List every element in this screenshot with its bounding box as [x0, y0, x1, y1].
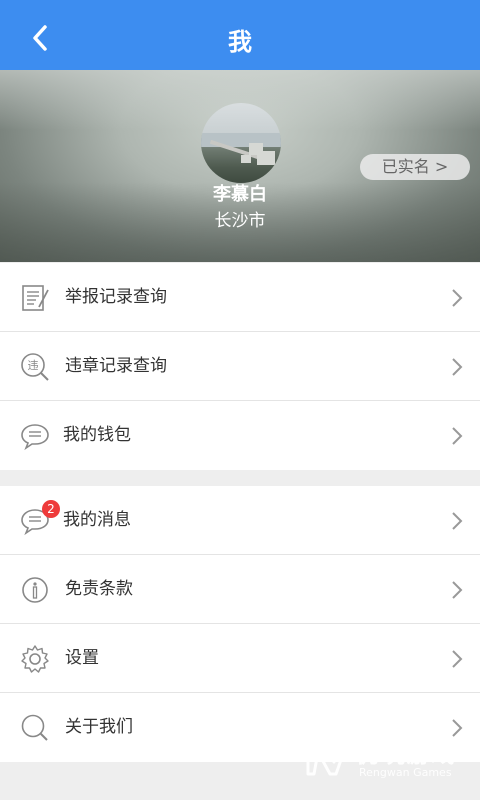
chat-bubble-icon	[21, 424, 49, 451]
violation-search-icon: 违	[21, 353, 49, 381]
menu-item-settings[interactable]: 设置	[0, 624, 480, 693]
menu-group-account: 举报记录查询 违 违章记录查询 我的钱包	[0, 263, 480, 470]
menu-item-label: 违章记录查询	[65, 356, 167, 376]
report-list-icon	[22, 285, 49, 311]
menu-item-label: 关于我们	[65, 717, 133, 737]
chevron-right-icon	[452, 512, 463, 530]
menu-item-label: 免责条款	[65, 579, 133, 599]
menu-item-label: 我的钱包	[63, 425, 131, 445]
menu-item-violation-records[interactable]: 违 违章记录查询	[0, 332, 480, 401]
watermark: 仍玩游戏 Rengwan Games	[304, 730, 480, 790]
watermark-logo-icon	[306, 738, 350, 776]
profile-banner: 李慕白 长沙市 已实名 >	[0, 70, 480, 262]
chevron-right-icon	[452, 289, 463, 307]
avatar[interactable]	[201, 103, 281, 183]
watermark-text: 仍玩游戏	[356, 740, 456, 768]
chevron-right-icon	[452, 581, 463, 599]
svg-text:违: 违	[28, 359, 39, 372]
unread-badge: 2	[42, 500, 60, 518]
menu-item-wallet[interactable]: 我的钱包	[0, 401, 480, 470]
menu-item-messages[interactable]: 2 我的消息	[0, 486, 480, 555]
watermark-subtext: Rengwan Games	[359, 766, 452, 779]
user-name: 李慕白	[213, 184, 267, 205]
chevron-right-icon	[452, 358, 463, 376]
gear-icon	[21, 645, 49, 673]
user-city: 长沙市	[214, 211, 266, 231]
verified-badge[interactable]: 已实名 >	[360, 154, 470, 180]
chevron-right-icon	[452, 650, 463, 668]
chevron-right-icon	[452, 427, 463, 445]
title-bar: 我	[0, 0, 480, 70]
menu-item-label: 设置	[65, 648, 99, 668]
menu-item-disclaimer[interactable]: 免责条款	[0, 555, 480, 624]
page-title: 我	[228, 28, 252, 56]
menu-item-report-records[interactable]: 举报记录查询	[0, 263, 480, 332]
menu-group-general: 2 我的消息 免责条款 设置 关于我们	[0, 486, 480, 762]
search-icon	[21, 714, 48, 741]
menu-item-label: 举报记录查询	[65, 287, 167, 307]
menu-item-label: 我的消息	[63, 510, 131, 530]
info-icon	[22, 577, 48, 603]
